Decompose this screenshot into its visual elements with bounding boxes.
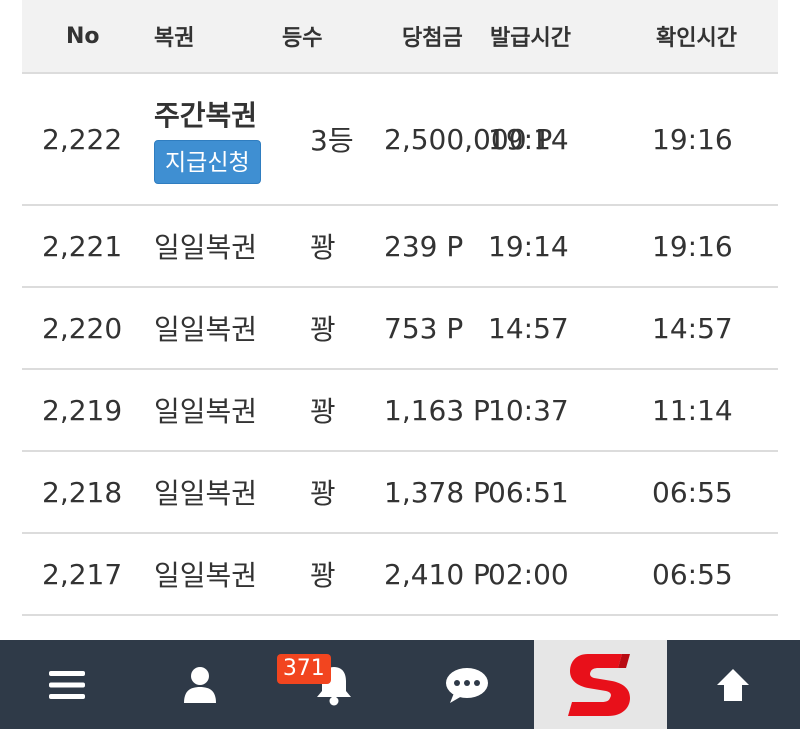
- row-rank: 꽝: [310, 559, 336, 592]
- row-issued-time: 19:14: [488, 229, 569, 263]
- table-header: No 복권 등수 당첨금 발급시간 확인시간: [22, 0, 778, 74]
- row-prize: 2,410 P: [384, 557, 490, 591]
- table-row: 2,218 일일복권 꽝 1,378 P 06:51 06:55: [22, 452, 778, 534]
- row-no: 2,219: [42, 393, 123, 427]
- row-lottery: 일일복권: [154, 395, 258, 428]
- row-rank: 꽝: [310, 477, 336, 510]
- arrow-up-icon: [717, 668, 750, 701]
- s-logo-icon: [568, 653, 631, 716]
- table-row: 2,220 일일복권 꽝 753 P 14:57 14:57: [22, 288, 778, 370]
- row-checked-time: 19:16: [652, 122, 733, 156]
- row-prize: 239 P: [384, 229, 464, 263]
- row-issued-time: 02:00: [488, 557, 569, 591]
- header-prize: 당첨금: [402, 26, 463, 51]
- row-prize: 2,500,000 P: [384, 122, 553, 156]
- row-checked-time: 06:55: [652, 475, 733, 509]
- header-checked-time: 확인시간: [656, 26, 737, 51]
- row-issued-time: 10:37: [488, 393, 569, 427]
- row-no: 2,218: [42, 475, 123, 509]
- header-rank: 등수: [282, 26, 323, 51]
- row-lottery: 일일복권: [154, 313, 258, 346]
- table-row: 2,221 일일복권 꽝 239 P 19:14 19:16: [22, 206, 778, 288]
- table-row: 2,219 일일복권 꽝 1,163 P 10:37 11:14: [22, 370, 778, 452]
- row-rank: 3등: [310, 124, 354, 157]
- hamburger-menu-icon: [48, 670, 85, 699]
- row-lottery: 일일복권: [154, 231, 258, 264]
- row-lottery: 주간복권: [154, 99, 258, 132]
- row-issued-time: 14:57: [488, 311, 569, 345]
- row-rank: 꽝: [310, 231, 336, 264]
- scroll-top-button[interactable]: [667, 640, 800, 729]
- row-no: 2,222: [42, 122, 123, 156]
- menu-button[interactable]: [0, 640, 133, 729]
- claim-payout-button[interactable]: 지급신청: [154, 140, 261, 184]
- chat-button[interactable]: [400, 640, 533, 729]
- row-checked-time: 11:14: [652, 393, 733, 427]
- row-prize: 1,378 P: [384, 475, 490, 509]
- row-rank: 꽝: [310, 395, 336, 428]
- winnings-table: No 복권 등수 당첨금 발급시간 확인시간 2,222 주간복권 지급신청 3…: [22, 0, 778, 616]
- notification-count-badge: 371: [276, 654, 331, 684]
- chat-bubble-icon: [445, 667, 488, 703]
- row-issued-time: 06:51: [488, 475, 569, 509]
- bottom-nav-bar: 371: [0, 640, 800, 729]
- row-rank: 꽝: [310, 313, 336, 346]
- row-prize: 753 P: [384, 311, 464, 345]
- table-row: 2,217 일일복권 꽝 2,410 P 02:00 06:55: [22, 534, 778, 616]
- header-lottery: 복권: [154, 26, 195, 51]
- row-issued-time: 19:14: [488, 122, 569, 156]
- profile-button[interactable]: [133, 640, 266, 729]
- row-checked-time: 14:57: [652, 311, 733, 345]
- notifications-button[interactable]: 371: [267, 640, 400, 729]
- row-prize: 1,163 P: [384, 393, 490, 427]
- row-lottery: 일일복권: [154, 559, 258, 592]
- user-icon: [184, 666, 217, 703]
- table-row: 2,222 주간복권 지급신청 3등 2,500,000 P 19:14 19:…: [22, 74, 778, 206]
- site-logo[interactable]: [533, 640, 667, 729]
- row-checked-time: 06:55: [652, 557, 733, 591]
- header-issued-time: 발급시간: [490, 26, 571, 51]
- row-no: 2,217: [42, 557, 123, 591]
- row-lottery: 일일복권: [154, 477, 258, 510]
- row-checked-time: 19:16: [652, 229, 733, 263]
- header-no: No: [66, 23, 100, 49]
- row-no: 2,220: [42, 311, 123, 345]
- row-lottery-cell: 주간복권 지급신청: [140, 94, 268, 184]
- row-no: 2,221: [42, 229, 123, 263]
